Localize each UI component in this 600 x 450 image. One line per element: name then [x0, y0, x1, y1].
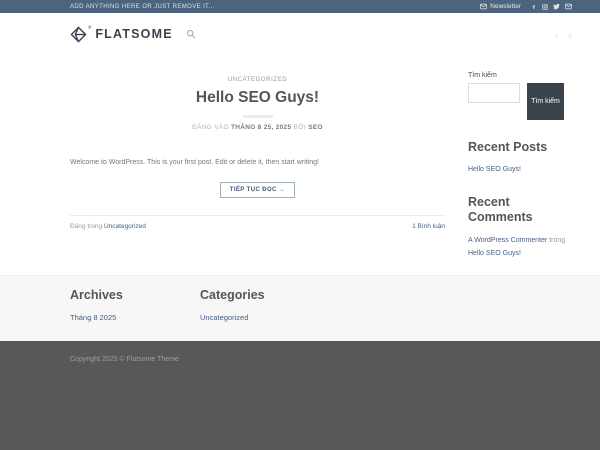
- sidebar-search-input[interactable]: [468, 83, 520, 103]
- post-date: THÁNG 8 25, 2025: [230, 123, 292, 131]
- categories-title: Categories: [200, 288, 265, 302]
- recent-post-link[interactable]: Hello SEO Guys!: [468, 164, 572, 175]
- site-header: ® FLATSOME ‹ ›: [0, 13, 600, 55]
- envelope-icon: [480, 3, 488, 10]
- post-author[interactable]: SEO: [308, 124, 323, 131]
- social-icons-group: [531, 3, 572, 10]
- next-arrow-icon[interactable]: ›: [568, 28, 572, 41]
- sidebar-search-button[interactable]: Tìm kiếm: [527, 83, 564, 120]
- posted-in-category-link[interactable]: Uncategorized: [104, 223, 146, 230]
- posted-in: Đăng trong Uncategorized: [70, 223, 146, 230]
- category-link[interactable]: Uncategorized: [200, 313, 248, 322]
- title-divider: [242, 114, 273, 118]
- entry-category-link[interactable]: UNCATEGORIZED: [228, 77, 287, 83]
- prev-arrow-icon[interactable]: ‹: [554, 28, 558, 41]
- post-title: Hello SEO Guys!: [195, 89, 320, 106]
- categories-widget: Categories Uncategorized: [200, 288, 265, 341]
- topbar-message: ADD ANYTHING HERE OR JUST REMOVE IT...: [70, 3, 215, 10]
- copyright-text: Copyright 2025 © Flatsome Theme: [70, 356, 179, 363]
- recent-comments-title: Recent Comments: [468, 195, 533, 225]
- search-widget: Tìm kiếm: [468, 83, 572, 120]
- post-excerpt: Welcome to WordPress. This is your first…: [70, 158, 319, 166]
- recent-comment-item: A WordPress Commenter trong Hello SEO Gu…: [468, 234, 572, 261]
- by-label: BỞI: [293, 123, 307, 131]
- archives-title: Archives: [70, 288, 123, 302]
- archives-widget: Archives Tháng 8 2025: [70, 288, 200, 341]
- read-more-row: TIẾP TỤC ĐỌC →: [70, 178, 445, 199]
- posted-on-label: ĐĂNG VÀO: [192, 123, 229, 131]
- site-logo[interactable]: ® FLATSOME: [70, 24, 173, 43]
- post-column: UNCATEGORIZED Hello SEO Guys! ĐĂNG VÀO T…: [70, 55, 445, 275]
- read-more-button[interactable]: TIẾP TỤC ĐỌC →: [219, 182, 296, 199]
- flatsome-diamond-icon: [70, 26, 87, 43]
- search-icon[interactable]: [186, 29, 196, 39]
- facebook-icon[interactable]: [531, 4, 537, 10]
- archive-link[interactable]: Tháng 8 2025: [70, 313, 116, 322]
- header-arrows: ‹ ›: [554, 28, 572, 41]
- posted-in-label: Đăng trong: [70, 223, 104, 231]
- newsletter-link[interactable]: Newsletter: [480, 3, 521, 10]
- footer-widgets: Archives Tháng 8 2025 Categories Uncateg…: [0, 275, 600, 341]
- recent-posts-title: Recent Posts: [468, 140, 548, 154]
- comment-in-label: trong: [549, 237, 566, 245]
- entry-meta-date: ĐĂNG VÀO THÁNG 8 25, 2025 BỞI SEO: [70, 124, 445, 131]
- search-widget-label: Tìm kiếm: [468, 72, 497, 79]
- email-icon[interactable]: [565, 3, 572, 10]
- logo-text: FLATSOME: [95, 26, 173, 41]
- comments-link[interactable]: 1 Bình luận: [412, 223, 445, 230]
- sidebar: Tìm kiếm Tìm kiếm Recent Posts Hello SEO…: [468, 55, 572, 275]
- comment-post-link[interactable]: Hello SEO Guys!: [468, 250, 521, 257]
- footer-copyright-bar: Copyright 2025 © Flatsome Theme: [0, 341, 600, 450]
- topbar-right-group: Newsletter: [480, 3, 572, 10]
- top-bar: ADD ANYTHING HERE OR JUST REMOVE IT... N…: [0, 0, 600, 13]
- post-meta-bar: Đăng trong Uncategorized 1 Bình luận: [70, 215, 445, 230]
- registered-mark: ®: [88, 24, 92, 30]
- newsletter-label: Newsletter: [490, 3, 521, 10]
- comment-author-link[interactable]: A WordPress Commenter: [468, 237, 547, 244]
- twitter-icon[interactable]: [553, 3, 560, 10]
- instagram-icon[interactable]: [542, 3, 548, 10]
- content-area: UNCATEGORIZED Hello SEO Guys! ĐĂNG VÀO T…: [0, 55, 600, 275]
- entry-header: UNCATEGORIZED Hello SEO Guys! ĐĂNG VÀO T…: [70, 55, 445, 131]
